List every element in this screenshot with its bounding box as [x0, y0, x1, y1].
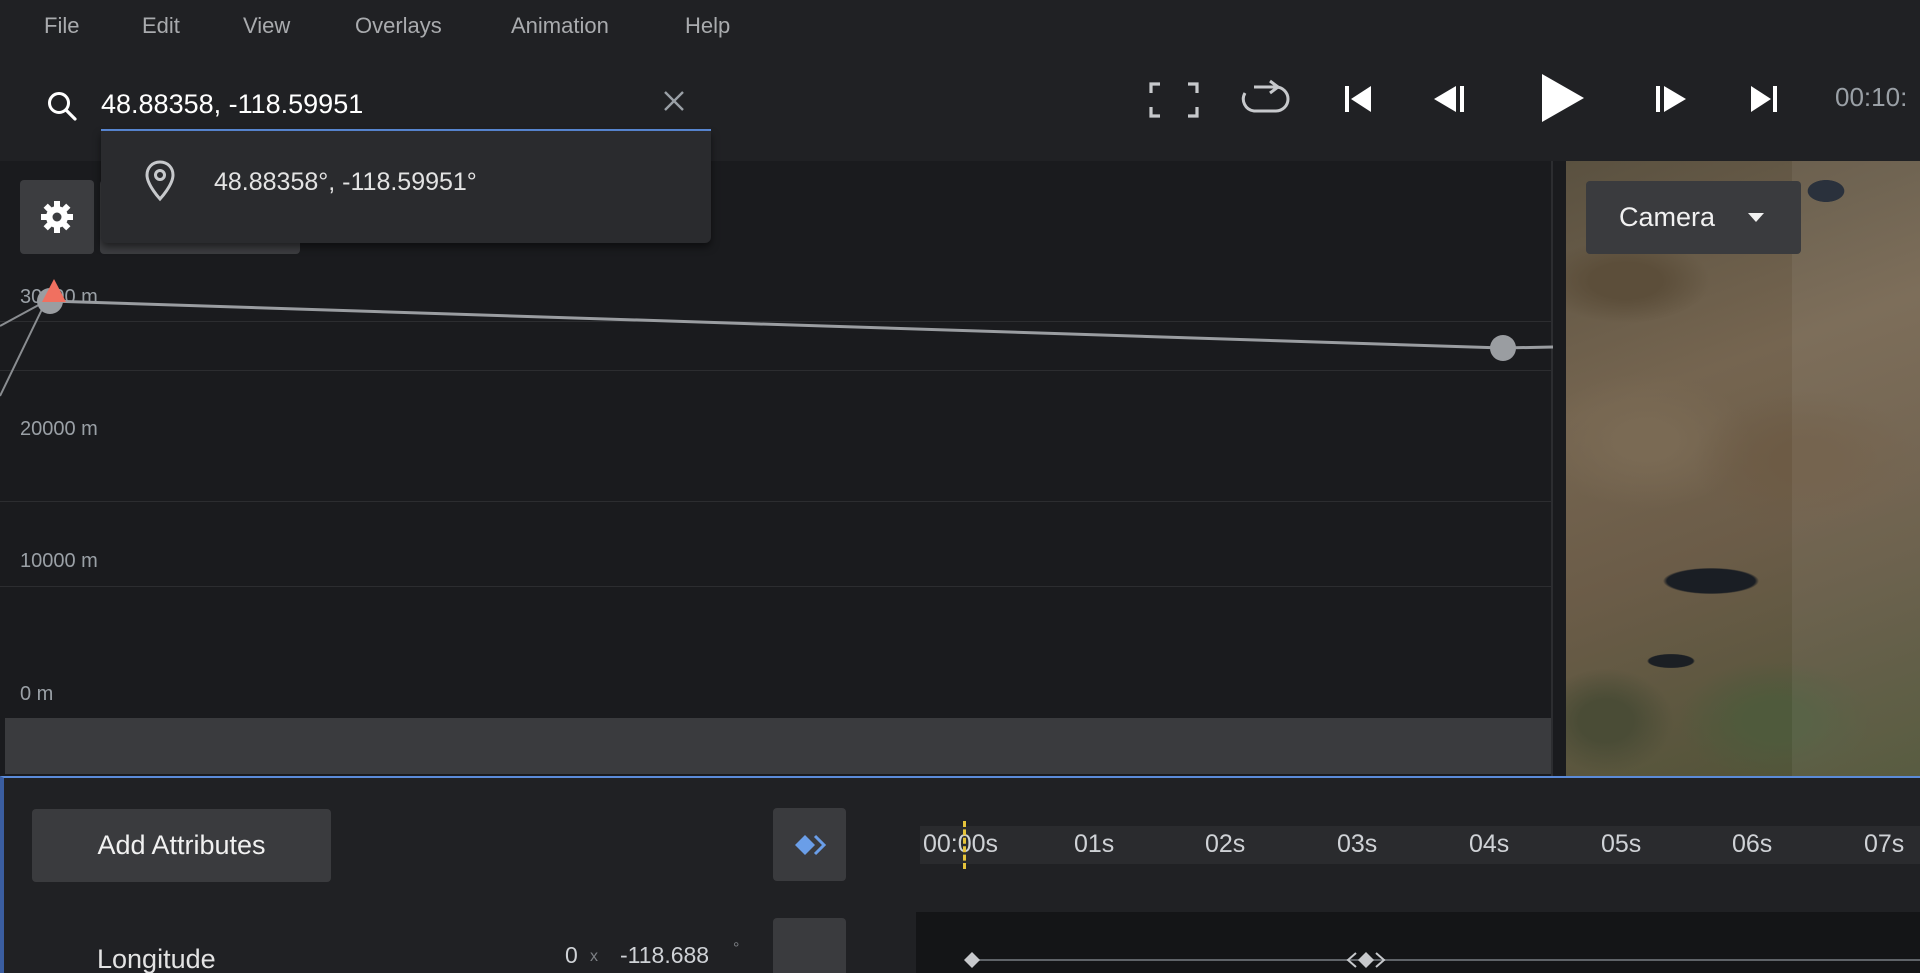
- attribute-label: Longitude: [97, 944, 216, 973]
- menu-help[interactable]: Help: [685, 13, 730, 39]
- step-forward-icon[interactable]: [1652, 84, 1688, 114]
- search-input[interactable]: [101, 79, 711, 131]
- skip-to-end-icon[interactable]: [1747, 84, 1779, 114]
- settings-button[interactable]: [20, 180, 94, 254]
- search-results-dropdown: 48.88358°, -118.59951°: [101, 131, 711, 243]
- chevron-down-icon: [1748, 213, 1764, 222]
- attribute-offset[interactable]: 0: [565, 942, 578, 969]
- camera-label: Camera: [1619, 202, 1716, 232]
- search-result-item[interactable]: 48.88358°, -118.59951°: [101, 131, 711, 243]
- time-tick-label: 01s: [1074, 830, 1115, 858]
- menu-bar: File Edit View Overlays Animation Help: [0, 0, 1920, 54]
- skip-to-start-icon[interactable]: [1343, 84, 1375, 114]
- menu-view[interactable]: View: [243, 13, 290, 39]
- playhead[interactable]: [963, 821, 966, 869]
- menu-edit[interactable]: Edit: [142, 13, 180, 39]
- time-tick-label: 05s: [1601, 830, 1642, 858]
- camera-dropdown[interactable]: Camera: [1586, 181, 1801, 254]
- play-icon[interactable]: [1538, 72, 1586, 124]
- time-tick-label: 06s: [1732, 830, 1773, 858]
- keyframe-point: [1490, 335, 1516, 361]
- close-icon[interactable]: [661, 88, 687, 114]
- menu-overlays[interactable]: Overlays: [355, 13, 442, 39]
- search-result-label: 48.88358°, -118.59951°: [214, 168, 477, 196]
- attribute-keyframe-button[interactable]: [773, 918, 846, 973]
- search-icon: [48, 92, 77, 121]
- keyframe-diamond-icon: [795, 834, 827, 856]
- attribute-unit: °: [733, 940, 740, 957]
- fullscreen-icon[interactable]: [1148, 81, 1200, 119]
- keyframe-nav-button[interactable]: [773, 808, 846, 881]
- step-back-icon[interactable]: [1432, 84, 1468, 114]
- timecode: 00:10:: [1835, 82, 1908, 112]
- time-tick-label: 04s: [1469, 830, 1510, 858]
- time-tick-label: 00:00s: [923, 830, 999, 858]
- map-shade: [1792, 161, 1920, 776]
- keyframe-diamond: [964, 952, 980, 968]
- time-tick-label: 02s: [1205, 830, 1246, 858]
- menu-file[interactable]: File: [44, 13, 79, 39]
- keyframe-diamond: [1358, 952, 1374, 968]
- attribute-value[interactable]: -118.688: [620, 942, 709, 969]
- attribute-multiplier-sign: x: [590, 948, 598, 965]
- curve-line: [49, 299, 1553, 350]
- loop-icon[interactable]: [1240, 79, 1290, 119]
- menu-animation[interactable]: Animation: [511, 13, 609, 39]
- time-tick-label: 07s: [1864, 830, 1905, 858]
- location-pin-icon: [145, 160, 175, 202]
- time-tick-label: 03s: [1337, 830, 1378, 858]
- curve-handle-line: [0, 300, 47, 397]
- gear-icon: [41, 201, 73, 233]
- keyframe-track-markers: [964, 952, 1920, 968]
- add-attributes-button[interactable]: Add Attributes: [32, 809, 331, 882]
